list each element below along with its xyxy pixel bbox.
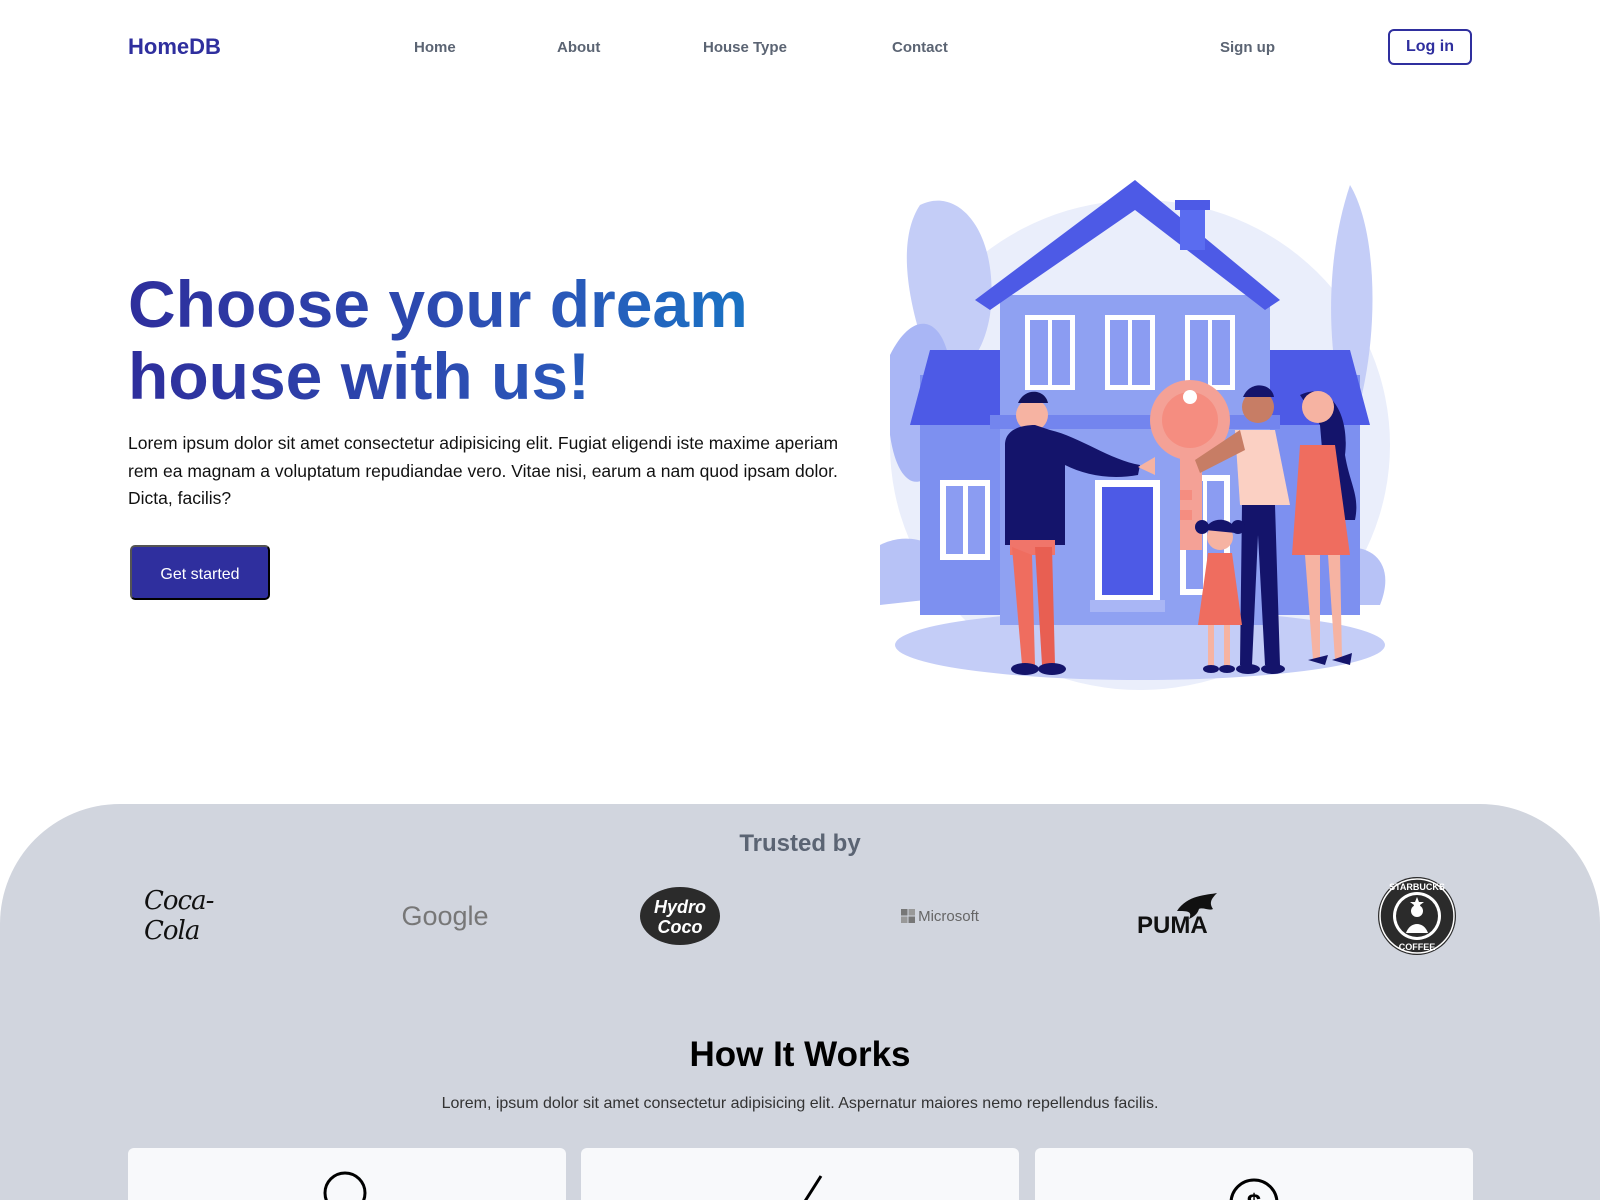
- dollar-icon: $: [1229, 1178, 1279, 1200]
- step-card-dollar: $: [1035, 1148, 1473, 1200]
- login-button[interactable]: Log in: [1388, 29, 1472, 65]
- microsoft-wordmark: Microsoft: [918, 907, 979, 925]
- starbucks-logo: STARBUCKS COFFEE: [1372, 870, 1462, 962]
- svg-text:$: $: [1247, 1188, 1262, 1200]
- nav-link-home[interactable]: Home: [414, 39, 456, 56]
- puma-logo: PUMA: [1130, 870, 1230, 962]
- signup-link[interactable]: Sign up: [1220, 39, 1275, 56]
- hero-title: Choose your dream house with us!: [128, 268, 888, 412]
- how-it-works-subtitle: Lorem, ipsum dolor sit amet consectetur …: [441, 1095, 1159, 1112]
- step-card-search: [128, 1148, 566, 1200]
- nav-link-house-type[interactable]: House Type: [703, 39, 787, 56]
- nav-link-contact[interactable]: Contact: [892, 39, 948, 56]
- svg-text:STARBUCKS: STARBUCKS: [1389, 882, 1445, 892]
- hero-description: Lorem ipsum dolor sit amet consectetur a…: [128, 433, 839, 508]
- trusted-title: Trusted by: [739, 830, 861, 857]
- trusted-section: [0, 804, 1600, 1200]
- svg-text:Coco: Coco: [658, 917, 703, 937]
- coca-cola-logo: Coca-Cola: [144, 886, 214, 946]
- svg-text:Hydro: Hydro: [654, 897, 706, 917]
- brand-logos: Coca-Cola Google Hydro Coco Microsoft PU…: [140, 870, 1460, 962]
- how-it-works-title: How It Works: [689, 1035, 911, 1074]
- top-nav: HomeDB Home About House Type Contact Sig…: [0, 0, 1600, 96]
- svg-text:PUMA: PUMA: [1137, 912, 1208, 939]
- hydro-coco-logo: Hydro Coco: [630, 870, 730, 962]
- svg-text:COFFEE: COFFEE: [1399, 942, 1436, 952]
- step-card-check: [581, 1148, 1019, 1200]
- get-started-button[interactable]: Get started: [130, 545, 270, 600]
- google-logo: Google: [401, 900, 489, 931]
- microsoft-logo: Microsoft: [880, 870, 1000, 962]
- search-icon: [323, 1171, 367, 1200]
- check-icon: [803, 1175, 823, 1200]
- site-logo[interactable]: HomeDB: [128, 34, 221, 60]
- house-family-illustration: [880, 180, 1390, 690]
- nav-link-about[interactable]: About: [557, 39, 600, 56]
